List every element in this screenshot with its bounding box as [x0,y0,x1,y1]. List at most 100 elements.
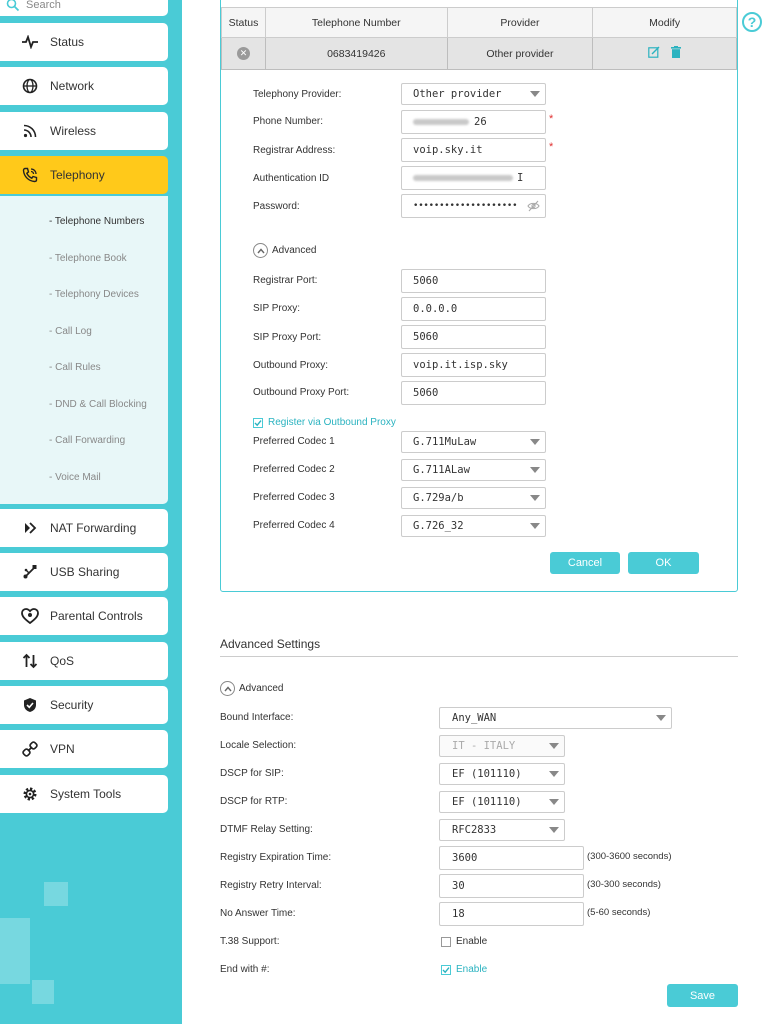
sidebar-item-wireless[interactable]: Wireless [0,112,168,150]
submenu-telephony-devices[interactable]: - Telephony Devices [49,289,139,300]
dtmf-relay-label: DTMF Relay Setting: [220,824,313,835]
dscp-rtp-label: DSCP for RTP: [220,796,288,807]
bound-interface-select[interactable]: Any_WAN [439,707,672,729]
sidebar-item-label: VPN [50,742,75,756]
no-answer-time-field[interactable]: 18 [439,902,584,926]
sidebar-item-network[interactable]: Network [0,67,168,105]
chevron-down-icon [530,439,540,445]
sidebar-item-status[interactable]: Status [0,23,168,61]
authentication-id-field[interactable]: I [401,166,546,190]
registry-expiration-label: Registry Expiration Time: [220,852,332,863]
sidebar-item-parental-controls[interactable]: Parental Controls [0,597,168,635]
preferred-codec-4-label: Preferred Codec 4 [253,520,335,531]
chevron-down-icon [530,467,540,473]
dscp-rtp-select[interactable]: EF (101110) [439,791,565,813]
redacted-blur [413,175,513,181]
telephony-submenu: - Telephone Numbers - Telephone Book - T… [0,196,168,504]
sidebar-item-nat-forwarding[interactable]: NAT Forwarding [0,509,168,547]
registrar-port-field[interactable]: 5060 [401,269,546,293]
shield-icon [20,695,40,715]
eye-hidden-icon[interactable] [527,200,540,215]
decor-square [32,980,54,1004]
search-icon [6,0,20,12]
registry-expiration-field[interactable]: 3600 [439,846,584,870]
outbound-proxy-label: Outbound Proxy: [253,360,329,371]
sidebar-item-label: System Tools [50,787,122,801]
telephony-provider-label: Telephony Provider: [253,89,342,100]
preferred-codec-1-select[interactable]: G.711MuLaw [401,431,546,453]
sip-proxy-label: SIP Proxy: [253,303,301,314]
telephony-provider-select[interactable]: Other provider [401,83,546,105]
sip-proxy-port-label: SIP Proxy Port: [253,332,322,343]
preferred-codec-1-label: Preferred Codec 1 [253,436,335,447]
registry-retry-label: Registry Retry Interval: [220,880,322,891]
dtmf-relay-select[interactable]: RFC2833 [439,819,565,841]
table-header-status: Status [221,7,266,38]
dscp-sip-label: DSCP for SIP: [220,768,284,779]
submenu-telephone-numbers[interactable]: - Telephone Numbers [49,216,144,227]
sip-proxy-port-field[interactable]: 5060 [401,325,546,349]
disabled-circle-icon[interactable]: ✕ [236,47,250,60]
authentication-id-label: Authentication ID [253,173,330,184]
submenu-call-rules[interactable]: - Call Rules [49,362,101,373]
dscp-sip-select[interactable]: EF (101110) [439,763,565,785]
cancel-button[interactable]: Cancel [550,552,620,574]
registry-retry-field[interactable]: 30 [439,874,584,898]
select-value: EF (101110) [452,768,522,780]
table-cell-provider: Other provider [446,37,594,70]
t38-support-label: T.38 Support: [220,936,280,947]
preferred-codec-3-select[interactable]: G.729a/b [401,487,546,509]
bound-interface-label: Bound Interface: [220,712,294,723]
sidebar-item-usb-sharing[interactable]: USB Sharing [0,553,168,591]
field-value: •••••••••••••••••••• [413,201,518,211]
sidebar-item-label: Network [50,79,95,93]
help-icon[interactable]: ? [742,12,762,32]
sidebar-item-vpn[interactable]: VPN [0,730,168,768]
sidebar-item-telephony[interactable]: Telephony [0,156,168,194]
chevron-up-icon [220,681,235,696]
end-with-hash-checkbox[interactable]: Enable [441,964,487,975]
telephone-numbers-table: Status Telephone Number Provider Modify … [221,7,737,70]
submenu-dnd-call-blocking[interactable]: - DND & Call Blocking [49,399,147,410]
sidebar-item-label: Status [50,35,85,49]
sip-proxy-field[interactable]: 0.0.0.0 [401,297,546,321]
wifi-icon [20,121,40,141]
preferred-codec-2-label: Preferred Codec 2 [253,464,335,475]
save-button[interactable]: Save [667,984,738,1007]
sidebar-item-label: Wireless [50,124,97,138]
table-cell-status: ✕ [221,37,266,70]
submenu-call-log[interactable]: - Call Log [49,326,92,337]
registrar-address-field[interactable]: voip.sky.it [401,138,546,162]
qos-icon [20,651,40,671]
delete-icon[interactable] [671,46,682,61]
register-via-outbound-checkbox[interactable]: Register via Outbound Proxy [253,417,396,428]
sidebar-item-system-tools[interactable]: System Tools [0,775,168,813]
sidebar-item-security[interactable]: Security [0,686,168,724]
sidebar-item-label: NAT Forwarding [50,521,137,535]
ok-button[interactable]: OK [628,552,699,574]
registrar-address-label: Registrar Address: [253,145,336,156]
preferred-codec-4-select[interactable]: G.726_32 [401,515,546,537]
advanced-toggle[interactable]: Advanced [253,243,316,258]
t38-enable-checkbox[interactable]: Enable [441,936,487,947]
select-value: G.711MuLaw [413,436,477,448]
field-value: 3600 [452,852,478,864]
submenu-telephone-book[interactable]: - Telephone Book [49,253,127,264]
password-field[interactable]: •••••••••••••••••••• [401,194,546,218]
password-label: Password: [253,201,300,212]
advanced-settings-toggle[interactable]: Advanced [220,681,283,696]
edit-icon[interactable] [648,46,660,61]
preferred-codec-2-select[interactable]: G.711ALaw [401,459,546,481]
select-value: IT - ITALY [452,740,516,752]
sidebar-item-qos[interactable]: QoS [0,642,168,680]
select-value: G.711ALaw [413,464,470,476]
phone-number-field[interactable]: 26 [401,110,546,134]
checkbox-unchecked-icon [441,936,451,947]
phone-number-label: Phone Number: [253,116,324,127]
submenu-voice-mail[interactable]: - Voice Mail [49,472,101,483]
outbound-proxy-field[interactable]: voip.it.isp.sky [401,353,546,377]
search-input[interactable]: Search [0,0,168,16]
outbound-proxy-port-field[interactable]: 5060 [401,381,546,405]
registry-retry-hint: (30-300 seconds) [587,879,661,890]
submenu-call-forwarding[interactable]: - Call Forwarding [49,435,125,446]
